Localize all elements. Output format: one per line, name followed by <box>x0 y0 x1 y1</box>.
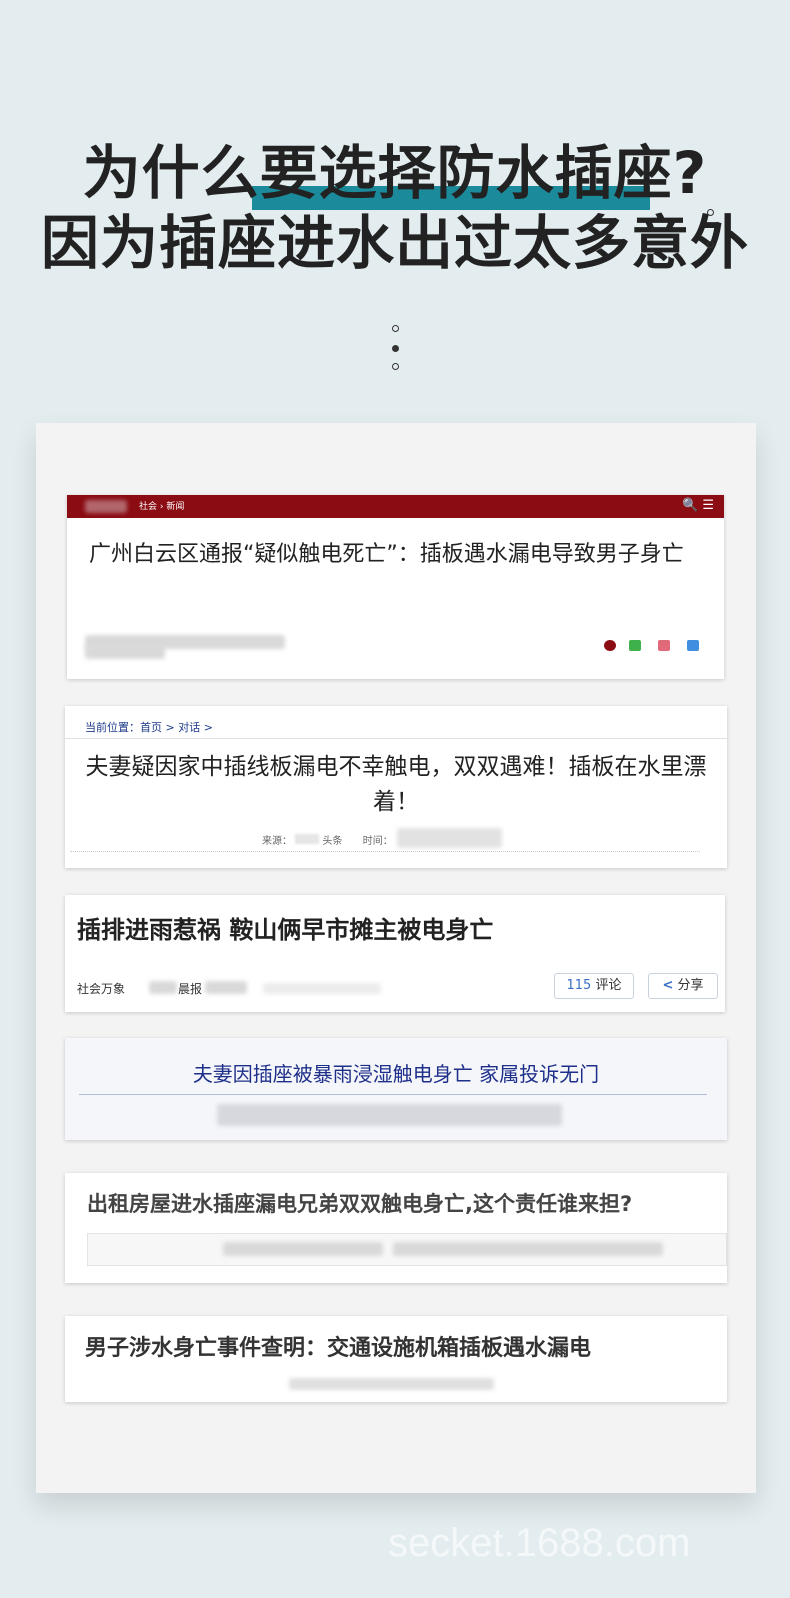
headline-line2: 因为插座进水出过太多意外 <box>40 209 749 277</box>
blurred-source <box>149 981 177 994</box>
article-category: 社会万象 <box>77 982 126 996</box>
news-card-1[interactable]: 社会 › 新闻 🔍 ☰ 广州白云区通报“疑似触电死亡”：插板遇水漏电导致男子身亡 <box>67 495 724 679</box>
comment-button[interactable]: 115 评论 <box>554 973 634 999</box>
comment-count: 115 <box>566 978 592 993</box>
blurred-date <box>263 983 381 994</box>
blurred-logo <box>85 500 127 513</box>
decor-dot <box>392 345 399 352</box>
article-title[interactable]: 出租房屋进水插座漏电兄弟双双触电身亡,这个责任谁来担? <box>87 1189 632 1219</box>
article-title[interactable]: 男子涉水身亡事件查明：交通设施机箱插板遇水漏电 <box>85 1334 591 1364</box>
blurred-meta <box>223 1242 383 1256</box>
blurred-meta <box>217 1104 562 1126</box>
decor-dot <box>392 325 399 332</box>
source-label: 来源： <box>262 836 292 847</box>
source-value: 头条 <box>322 836 343 847</box>
blurred-source <box>205 981 247 994</box>
breadcrumb[interactable]: 当前位置：首页 > 对话 > <box>85 719 213 735</box>
breadcrumb[interactable]: 社会 › 新闻 <box>139 499 184 512</box>
share-label: 分享 <box>677 978 704 993</box>
weibo-share-icon[interactable] <box>604 640 616 651</box>
divider <box>65 738 727 739</box>
site-header-bar: 社会 › 新闻 🔍 ☰ <box>67 495 724 518</box>
article-title[interactable]: 插排进雨惹祸 鞍山俩早市摊主被电身亡 <box>77 913 493 947</box>
news-card-4[interactable]: 夫妻因插座被暴雨浸湿触电身亡 家属投诉无门 <box>65 1038 727 1140</box>
article-title[interactable]: 夫妻因插座被暴雨浸湿触电身亡 家属投诉无门 <box>65 1060 727 1088</box>
decor-dot <box>392 363 399 370</box>
search-icon[interactable]: 🔍 <box>682 498 698 513</box>
news-card-5[interactable]: 出租房屋进水插座漏电兄弟双双触电身亡,这个责任谁来担? <box>65 1173 727 1283</box>
comment-label: 评论 <box>595 978 622 993</box>
blurred-meta <box>289 1378 494 1390</box>
decor-dot <box>707 241 714 248</box>
share-icon: < <box>662 978 674 993</box>
blurred-time <box>397 828 502 848</box>
blurred-meta <box>85 645 165 659</box>
divider <box>79 1094 707 1095</box>
share-button[interactable]: < 分享 <box>648 973 718 999</box>
qzone-share-icon[interactable] <box>658 640 670 651</box>
menu-icon[interactable]: ☰ <box>702 498 714 513</box>
decor-dot <box>707 209 714 216</box>
headline-line1: 为什么要选择防水插座? <box>82 139 708 207</box>
article-title[interactable]: 夫妻疑因家中插线板漏电不幸触电，双双遇难！插板在水里漂着！ <box>65 750 727 820</box>
article-meta: 来源： 头条 时间： <box>262 832 393 847</box>
article-title[interactable]: 广州白云区通报“疑似触电死亡”：插板遇水漏电导致男子身亡 <box>89 539 709 570</box>
time-label: 时间： <box>362 836 393 847</box>
watermark: secket.1688.com <box>388 1521 691 1565</box>
divider <box>70 851 700 852</box>
blurred-meta <box>393 1242 663 1256</box>
news-card-2[interactable]: 当前位置：首页 > 对话 > 夫妻疑因家中插线板漏电不幸触电，双双遇难！插板在水… <box>65 706 727 868</box>
meta-box <box>87 1233 727 1266</box>
news-card-3[interactable]: 插排进雨惹祸 鞍山俩早市摊主被电身亡 社会万象 晨报 115 评论 < 分享 <box>65 895 725 1012</box>
qq-share-icon[interactable] <box>687 640 699 651</box>
article-source: 晨报 <box>178 982 203 996</box>
wechat-share-icon[interactable] <box>629 640 641 651</box>
news-card-6[interactable]: 男子涉水身亡事件查明：交通设施机箱插板遇水漏电 <box>65 1316 727 1402</box>
blurred-source <box>295 834 320 844</box>
